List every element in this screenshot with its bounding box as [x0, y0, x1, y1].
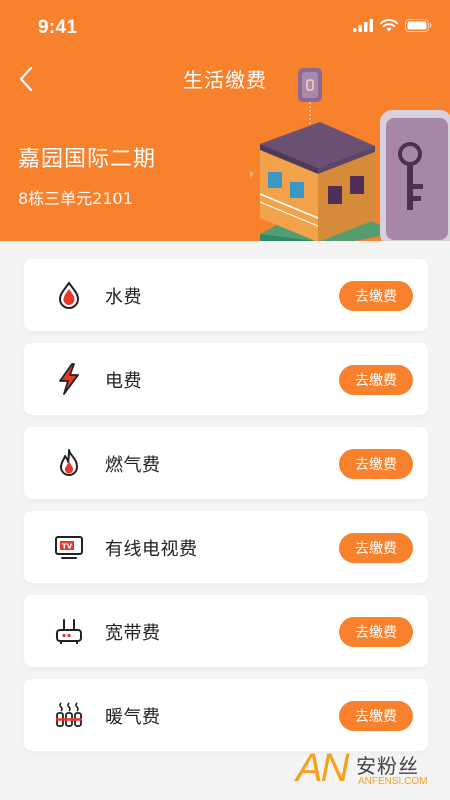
bill-item-water[interactable]: 水费 去缴费: [24, 259, 428, 331]
bill-item-heating[interactable]: 暖气费 去缴费: [24, 679, 428, 751]
pay-button-electricity[interactable]: 去缴费: [339, 365, 413, 395]
svg-text:TV: TV: [62, 543, 73, 551]
bill-label: 宽带费: [105, 623, 161, 644]
bill-item-electricity[interactable]: 电费 去缴费: [24, 343, 428, 415]
bill-label: 电费: [105, 371, 142, 392]
status-bar: 9:41: [0, 0, 450, 56]
router-icon: [54, 616, 84, 646]
lightning-icon: [54, 363, 84, 395]
watermark-url: ANFENSI.COM: [358, 776, 428, 787]
signal-icon: [353, 19, 373, 32]
header-banner: 9:41 生活缴费 嘉园国际二期 8栋三单元2101: [0, 0, 450, 241]
watermark-logo-mark: AN: [296, 746, 350, 790]
pay-button-heating[interactable]: 去缴费: [339, 701, 413, 731]
pay-button-gas[interactable]: 去缴费: [339, 449, 413, 479]
building-illustration: [250, 68, 450, 241]
bill-label: 有线电视费: [105, 539, 198, 560]
bill-list: 水费 去缴费 电费 去缴费 燃气费 去缴费 TV 有线电视费 去缴费 宽带费 去…: [24, 259, 428, 763]
flame-icon: [54, 448, 84, 478]
bill-label: 水费: [105, 287, 142, 308]
community-address: 8栋三单元2101: [18, 189, 133, 208]
wifi-icon: [380, 19, 398, 32]
pay-button-water[interactable]: 去缴费: [339, 281, 413, 311]
bill-item-broadband[interactable]: 宽带费 去缴费: [24, 595, 428, 667]
water-drop-icon: [54, 280, 84, 310]
bill-item-gas[interactable]: 燃气费 去缴费: [24, 427, 428, 499]
battery-icon: [405, 19, 432, 32]
status-icons: [353, 19, 432, 32]
radiator-icon: [54, 700, 84, 730]
status-time: 9:41: [38, 17, 78, 38]
bill-item-cable-tv[interactable]: TV 有线电视费 去缴费: [24, 511, 428, 583]
watermark-logo: AN 安粉丝 ANFENSI.COM: [296, 746, 444, 794]
bill-label: 燃气费: [105, 455, 161, 476]
pay-button-broadband[interactable]: 去缴费: [339, 617, 413, 647]
community-name: 嘉园国际二期: [18, 147, 157, 172]
watermark-text: 安粉丝: [356, 754, 419, 778]
bill-label: 暖气费: [105, 707, 161, 728]
pay-button-cable-tv[interactable]: 去缴费: [339, 533, 413, 563]
tv-icon: TV: [54, 532, 84, 562]
